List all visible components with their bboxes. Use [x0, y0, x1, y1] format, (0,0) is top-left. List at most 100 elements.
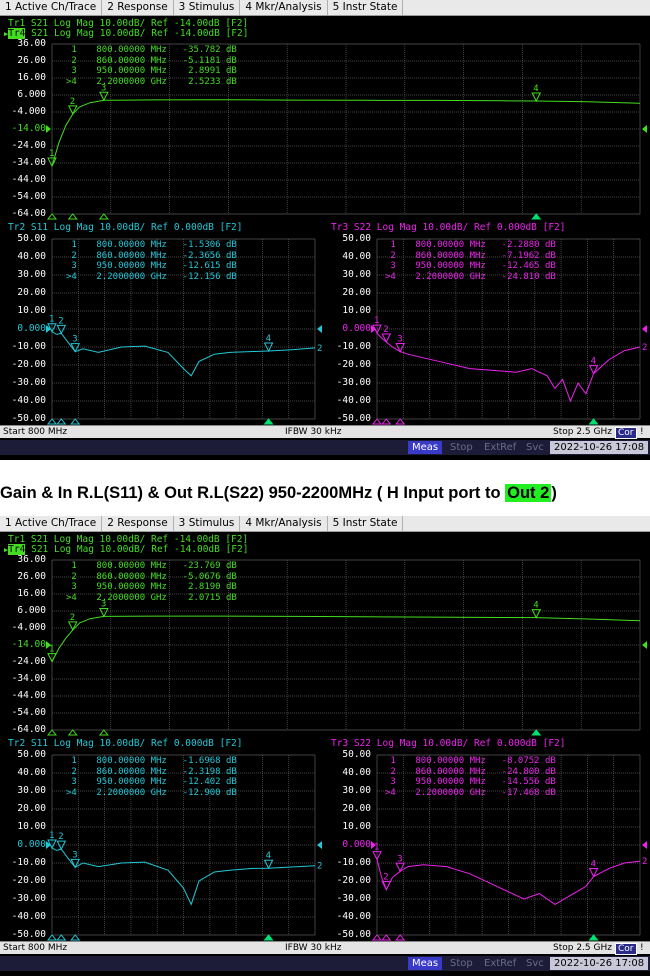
marker-table-row[interactable]: >4 2.2000000 GHz -24.810 dB	[385, 272, 556, 283]
ref-level-right-arrow-icon[interactable]	[642, 125, 647, 133]
marker-table-row[interactable]: 1 800.00000 MHz -8.0752 dB	[385, 756, 555, 767]
marker-position-triangle-icon[interactable]	[56, 934, 67, 941]
marker-position-triangle-icon[interactable]	[263, 934, 274, 941]
marker-position-triangle-icon[interactable]	[381, 934, 392, 941]
svc-indicator[interactable]: Svc	[522, 441, 548, 454]
marker-table-row[interactable]: 1 800.00000 MHz -1.5306 dB	[66, 240, 236, 251]
marker-number: 1	[49, 149, 54, 159]
marker-position-triangle-icon[interactable]	[46, 729, 58, 736]
menu-stimulus[interactable]: 3 Stimulus	[174, 516, 241, 531]
marker-table-row[interactable]: 2 860.00000 MHz -5.0676 dB	[66, 572, 236, 583]
stop-indicator[interactable]: Stop	[446, 441, 477, 454]
marker-position-triangle-icon[interactable]	[381, 418, 392, 425]
marker-number: 3	[397, 854, 402, 864]
marker-number: 1	[49, 831, 54, 841]
marker-position-triangle-icon[interactable]	[395, 418, 406, 425]
tick-label: -20.00	[11, 359, 46, 370]
marker-4[interactable]: 4	[531, 84, 542, 103]
marker-table-row[interactable]: >4 2.2000000 GHz -17.468 dB	[385, 788, 556, 799]
marker-position-triangle-icon[interactable]	[67, 213, 78, 220]
marker-table-row[interactable]: 3 950.00000 MHz 2.8991 dB	[66, 66, 236, 77]
marker-position-triangle-icon[interactable]	[67, 729, 78, 736]
ref-level-right-arrow-icon[interactable]	[642, 841, 647, 849]
marker-position-triangle-icon[interactable]	[46, 418, 58, 425]
stop-indicator[interactable]: Stop	[446, 957, 477, 970]
datetime: 2022-10-26 17:08	[550, 441, 649, 454]
menu-mkr-analysis[interactable]: 4 Mkr/Analysis	[240, 516, 328, 531]
marker-position-triangle-icon[interactable]	[263, 418, 274, 425]
tick-label: 16.00	[17, 72, 46, 83]
marker-position-triangle-icon[interactable]	[531, 729, 542, 736]
marker-4[interactable]: 4	[263, 334, 274, 353]
marker-position-triangle-icon[interactable]	[46, 934, 58, 941]
marker-position-triangle-icon[interactable]	[98, 213, 109, 220]
marker-table-row[interactable]: 3 950.00000 MHz -12.465 dB	[385, 261, 555, 272]
ref-level-right-arrow-icon[interactable]	[317, 325, 322, 333]
menu-instr-state[interactable]: 5 Instr State	[328, 516, 404, 531]
marker-position-triangle-icon[interactable]	[371, 934, 383, 941]
ref-level-right-arrow-icon[interactable]	[642, 641, 647, 649]
marker-3[interactable]: 3	[70, 850, 81, 869]
menu-active-ch-trace[interactable]: 1 Active Ch/Trace	[0, 0, 103, 15]
marker-table-row[interactable]: 1 800.00000 MHz -23.769 dB	[66, 561, 236, 572]
ref-level-left-arrow-icon[interactable]	[46, 125, 51, 133]
marker-position-triangle-icon[interactable]	[46, 213, 58, 220]
marker-table-row[interactable]: 2 860.00000 MHz -2.3656 dB	[66, 251, 236, 262]
marker-table-row[interactable]: >4 2.2000000 GHz -12.156 dB	[66, 272, 237, 283]
svc-indicator[interactable]: Svc	[522, 957, 548, 970]
marker-frequency: 800.00000 MHz	[415, 756, 486, 766]
menu-instr-state[interactable]: 5 Instr State	[328, 0, 404, 15]
marker-position-triangle-icon[interactable]	[531, 213, 542, 220]
tick-label: 26.00	[17, 571, 46, 582]
marker-2[interactable]: 2	[56, 316, 67, 335]
marker-table-row[interactable]: 1 800.00000 MHz -2.2880 dB	[385, 240, 555, 251]
correction-badge[interactable]: Cor	[615, 427, 637, 439]
marker-table-row[interactable]: >4 2.2000000 GHz -12.900 dB	[66, 788, 237, 799]
marker-position-triangle-icon[interactable]	[70, 418, 81, 425]
marker-position-triangle-icon[interactable]	[395, 934, 406, 941]
marker-4[interactable]: 4	[263, 851, 274, 870]
marker-position-triangle-icon[interactable]	[56, 418, 67, 425]
marker-4[interactable]: 4	[531, 601, 542, 619]
marker-position-triangle-icon[interactable]	[371, 418, 383, 425]
menu-mkr-analysis[interactable]: 4 Mkr/Analysis	[240, 0, 328, 15]
extref-indicator[interactable]: ExtRef	[480, 957, 520, 970]
meas-indicator[interactable]: Meas	[408, 441, 443, 454]
menu-response[interactable]: 2 Response	[102, 516, 174, 531]
marker-table-row[interactable]: 2 860.00000 MHz -7.1962 dB	[385, 251, 555, 262]
correction-badge[interactable]: Cor	[615, 943, 637, 955]
ref-level-right-arrow-icon[interactable]	[317, 841, 322, 849]
marker-position-triangle-icon[interactable]	[70, 934, 81, 941]
marker-table-row[interactable]: 1 800.00000 MHz -1.6968 dB	[66, 756, 236, 767]
menu-stimulus[interactable]: 3 Stimulus	[174, 0, 241, 15]
menu-response[interactable]: 2 Response	[102, 0, 174, 15]
ref-level-right-arrow-icon[interactable]	[642, 325, 647, 333]
marker-index: >4	[66, 76, 77, 87]
marker-table-row[interactable]: >4 2.2000000 GHz 2.0715 dB	[66, 593, 237, 604]
marker-table-row[interactable]: 3 950.00000 MHz 2.8190 dB	[66, 582, 236, 593]
marker-3[interactable]: 3	[395, 854, 406, 873]
extref-indicator[interactable]: ExtRef	[480, 441, 520, 454]
marker-table-row[interactable]: 2 860.00000 MHz -2.3198 dB	[66, 767, 236, 778]
marker-frequency: 950.00000 MHz	[96, 777, 167, 787]
marker-index: 1	[66, 756, 77, 766]
marker-position-triangle-icon[interactable]	[588, 934, 599, 941]
marker-table-row[interactable]: >4 2.2000000 GHz 2.5233 dB	[66, 77, 237, 88]
marker-2[interactable]: 2	[56, 832, 67, 851]
marker-table-row[interactable]: 3 950.00000 MHz -12.615 dB	[66, 261, 236, 272]
menu-active-ch-trace[interactable]: 1 Active Ch/Trace	[0, 516, 103, 531]
marker-table-row[interactable]: 2 860.00000 MHz -5.1181 dB	[66, 56, 236, 67]
tick-label: 0.000	[17, 839, 46, 850]
marker-position-triangle-icon[interactable]	[588, 418, 599, 425]
meas-indicator[interactable]: Meas	[408, 957, 443, 970]
marker-number: 1	[49, 315, 54, 325]
marker-table-row[interactable]: 3 950.00000 MHz -14.556 dB	[385, 777, 555, 788]
marker-table-row[interactable]: 1 800.00000 MHz -35.782 dB	[66, 45, 236, 56]
marker-position-triangle-icon[interactable]	[98, 729, 109, 736]
tick-label: -4.000	[11, 622, 46, 633]
marker-table-row[interactable]: 2 860.00000 MHz -24.800 dB	[385, 767, 555, 778]
marker-number: 4	[266, 851, 271, 861]
marker-4[interactable]: 4	[588, 860, 599, 878]
marker-2[interactable]: 2	[381, 873, 392, 891]
marker-table-row[interactable]: 3 950.00000 MHz -12.402 dB	[66, 777, 236, 788]
